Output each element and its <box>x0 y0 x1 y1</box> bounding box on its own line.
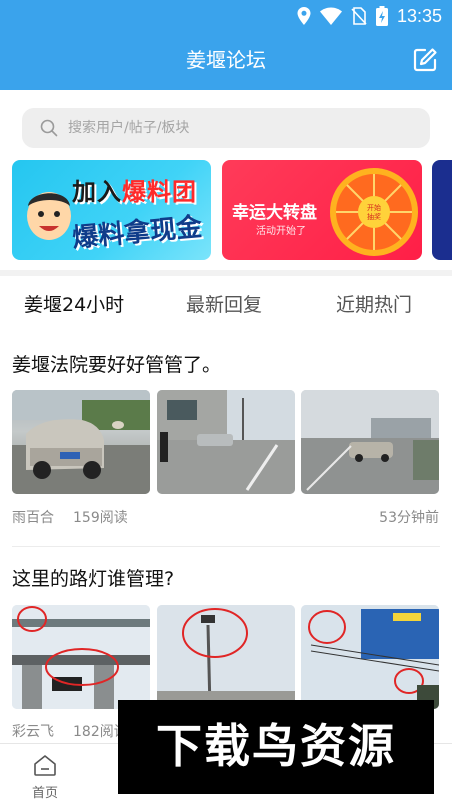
wheel-center-label: 开始 <box>367 203 381 212</box>
post-author[interactable]: 雨百合 <box>12 508 54 528</box>
banner-2-title: 幸运大转盘 <box>232 203 317 223</box>
banner-join-tipoff-team[interactable]: 加入爆料团 爆料拿现金 <box>12 160 211 260</box>
no-sim-icon <box>351 7 367 25</box>
wheel-center-label-2: 抽奖 <box>367 212 381 221</box>
tab-jiangyan-24h[interactable]: 姜堰24小时 <box>24 292 124 318</box>
search-input[interactable] <box>68 108 408 148</box>
post-read-count: 159阅读 <box>73 510 128 526</box>
nav-label-home: 首页 <box>31 786 58 801</box>
battery-charging-icon <box>375 6 388 26</box>
post-title[interactable]: 这里的路灯谁管理? <box>12 566 174 592</box>
post-image[interactable] <box>12 390 150 494</box>
post-image[interactable] <box>157 605 295 709</box>
search-icon <box>40 119 58 137</box>
post-author[interactable]: 彩云飞 <box>12 722 54 742</box>
watermark-overlay: 下载鸟资源 <box>118 700 434 794</box>
banner-next-peek[interactable] <box>432 160 452 260</box>
watermark-text: 下载鸟资源 <box>156 719 396 773</box>
cartoon-man-icon <box>27 192 71 240</box>
page-title: 姜堰论坛 <box>186 48 266 72</box>
post-image[interactable] <box>301 605 439 709</box>
post-time: 53分钟前 <box>379 510 439 526</box>
status-bar: 13:35 <box>0 0 452 32</box>
location-icon <box>297 7 311 25</box>
prize-wheel-icon: 开始 抽奖 <box>330 168 418 256</box>
banner-lucky-wheel[interactable]: 幸运大转盘 活动开始了 开始 抽奖 <box>222 160 422 260</box>
nav-item-home[interactable]: 首页 <box>0 744 90 805</box>
post-title[interactable]: 姜堰法院要好好管管了。 <box>12 352 221 378</box>
tab-latest-replies[interactable]: 最新回复 <box>186 292 262 318</box>
banner-2-subtitle: 活动开始了 <box>256 226 306 237</box>
home-icon <box>34 755 56 776</box>
banner-1-line-1: 加入爆料团 <box>72 178 197 206</box>
post-image[interactable] <box>157 390 295 494</box>
search-section <box>0 90 452 160</box>
post-image[interactable] <box>12 605 150 709</box>
banner-1-line-2: 爆料拿现金 <box>71 212 204 254</box>
status-icons: 13:35 <box>297 5 442 27</box>
tab-recent-hot[interactable]: 近期热门 <box>336 292 412 318</box>
app-header: 13:35 姜堰论坛 <box>0 0 452 90</box>
compose-post-icon[interactable] <box>412 47 438 73</box>
post-image[interactable] <box>301 390 439 494</box>
status-time: 13:35 <box>396 5 442 26</box>
post-divider <box>12 546 440 547</box>
wifi-icon <box>319 7 342 25</box>
search-bar[interactable] <box>22 108 430 148</box>
feed-tabs: 姜堰24小时 最新回复 近期热门 <box>0 276 452 332</box>
